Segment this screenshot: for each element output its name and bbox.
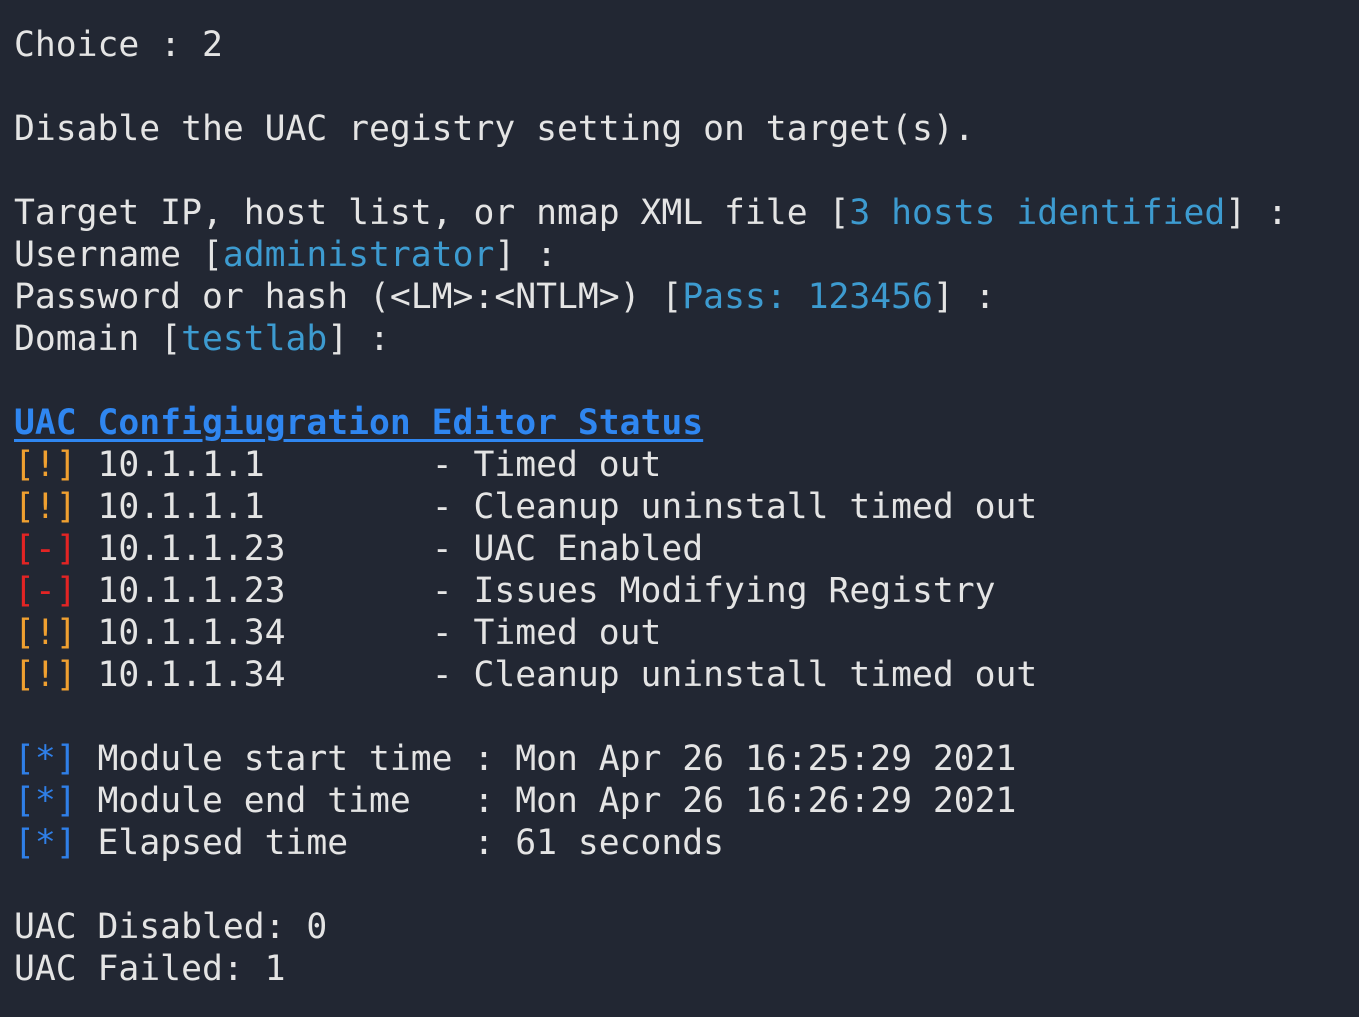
prompt-suffix: : (953, 277, 996, 317)
timing-line: [*] Module end time : Mon Apr 26 16:26:2… (14, 780, 1288, 822)
status-row: [-] 10.1.1.23 - UAC Enabled (14, 528, 1288, 570)
prompt-target: Target IP, host list, or nmap XML file [… (14, 193, 1288, 233)
status-row: [!] 10.1.1.34 - Cleanup uninstall timed … (14, 654, 1288, 696)
status-row: [!] 10.1.1.1 - Cleanup uninstall timed o… (14, 486, 1288, 528)
choice-line: Choice : 2 (14, 25, 223, 65)
warning-tag: [!] (14, 613, 77, 653)
prompt-label: Domain (14, 319, 161, 359)
prompt-default: Pass: 123456 (682, 277, 933, 317)
info-tag: [*] (14, 739, 77, 779)
host-ip: 10.1.1.23 (97, 571, 432, 611)
prompt-password: Password or hash (<LM>:<NTLM>) [Pass: 12… (14, 277, 996, 317)
host-ip: 10.1.1.34 (97, 655, 432, 695)
prompt-username: Username [administrator] : (14, 235, 558, 275)
host-ip: 10.1.1.1 (97, 445, 432, 485)
description-line: Disable the UAC registry setting on targ… (14, 109, 975, 149)
prompt-default: administrator (222, 235, 495, 275)
info-tag: [*] (14, 781, 77, 821)
status-row: [!] 10.1.1.34 - Timed out (14, 612, 1288, 654)
host-ip: 10.1.1.23 (97, 529, 432, 569)
prompt-default: testlab (181, 319, 328, 359)
prompt-suffix: : (515, 235, 558, 275)
host-ip: 10.1.1.1 (97, 487, 432, 527)
prompt-domain: Domain [testlab] : (14, 319, 390, 359)
timing-line: [*] Module start time : Mon Apr 26 16:25… (14, 738, 1288, 780)
summary-failed: UAC Failed: 1 (14, 949, 286, 989)
elapsed-time: Elapsed time : 61 seconds (97, 823, 725, 863)
status-message: - Timed out (431, 613, 662, 653)
warning-tag: [!] (14, 487, 77, 527)
prompt-label: Password or hash (<LM>:<NTLM>) (14, 277, 662, 317)
error-tag: [-] (14, 571, 77, 611)
status-message: - UAC Enabled (431, 529, 704, 569)
prompt-suffix: : (1246, 193, 1288, 233)
status-row: [!] 10.1.1.1 - Timed out (14, 444, 1288, 486)
timing-line: [*] Elapsed time : 61 seconds (14, 822, 1288, 864)
error-tag: [-] (14, 529, 77, 569)
status-message: - Timed out (431, 445, 662, 485)
info-tag: [*] (14, 823, 77, 863)
prompt-suffix: : (348, 319, 390, 359)
status-header: UAC Configiugration Editor Status (14, 403, 704, 443)
status-message: - Cleanup uninstall timed out (431, 655, 1038, 695)
status-message: - Cleanup uninstall timed out (431, 487, 1038, 527)
warning-tag: [!] (14, 655, 77, 695)
module-start-time: Module start time : Mon Apr 26 16:25:29 … (97, 739, 1017, 779)
prompt-label: Username (14, 235, 202, 275)
status-message: - Issues Modifying Registry (431, 571, 996, 611)
host-ip: 10.1.1.34 (97, 613, 432, 653)
summary-disabled: UAC Disabled: 0 (14, 907, 328, 947)
prompt-default: 3 hosts identified (849, 193, 1226, 233)
module-end-time: Module end time : Mon Apr 26 16:26:29 20… (97, 781, 1017, 821)
warning-tag: [!] (14, 445, 77, 485)
prompt-label: Target IP, host list, or nmap XML file (14, 193, 829, 233)
status-row: [-] 10.1.1.23 - Issues Modifying Registr… (14, 570, 1288, 612)
terminal-output: Choice : 2 Disable the UAC registry sett… (14, 24, 1288, 990)
